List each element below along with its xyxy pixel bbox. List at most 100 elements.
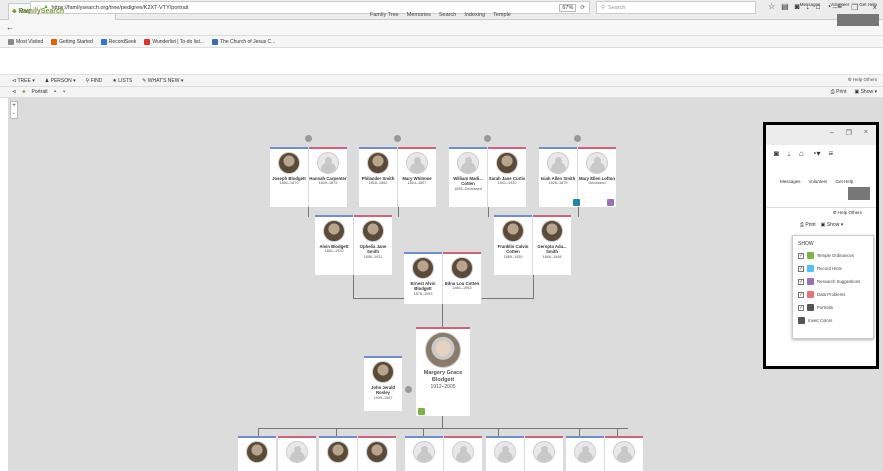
- child-card[interactable]: [605, 436, 643, 471]
- checkbox[interactable]: ✓: [798, 278, 804, 285]
- portrait-view-icon[interactable]: ♣: [22, 89, 25, 95]
- show-option[interactable]: ✓ Research Suggestions: [798, 278, 860, 285]
- toolbar-tree[interactable]: ⊲ TREE ▾: [12, 78, 35, 84]
- close-window-icon[interactable]: ×: [864, 129, 868, 145]
- person-card[interactable]: Ophelia Jane Smith 1856–1931: [354, 215, 392, 275]
- show-option[interactable]: ✓ Record Hints: [798, 265, 842, 272]
- fan-view-icon[interactable]: ◓: [54, 89, 57, 95]
- show-option[interactable]: ✓ Temple Ordinances: [798, 252, 854, 259]
- user-link[interactable]: Volunteer: [830, 2, 849, 7]
- person-card[interactable]: William Madi... Cotten 1835–Deceased: [449, 147, 487, 207]
- popup-show-button[interactable]: ▣ Show ▾: [821, 222, 844, 228]
- show-button[interactable]: ▣ Show ▾: [854, 89, 877, 95]
- child-card[interactable]: [319, 436, 357, 471]
- person-card[interactable]: Geropta Ada... Smith 1866–1948: [533, 215, 571, 275]
- bookmark-item[interactable]: Wunderlist | To-do list...: [144, 38, 204, 45]
- child-card[interactable]: [444, 436, 482, 471]
- minimize-icon[interactable]: –: [830, 129, 834, 145]
- person-card[interactable]: Franklin Calvin Cotten 1869–1939: [494, 215, 532, 275]
- checkbox[interactable]: ✓: [798, 252, 804, 259]
- nav-item[interactable]: Family Tree: [370, 12, 399, 18]
- checkbox[interactable]: ✓: [798, 304, 804, 311]
- nav-item[interactable]: Search: [439, 12, 456, 18]
- expand-icon[interactable]: [394, 135, 401, 142]
- maximize-icon[interactable]: ❐: [846, 129, 852, 145]
- menu-icon[interactable]: ≡: [829, 149, 834, 158]
- bookmark-item[interactable]: Getting Started: [51, 38, 93, 45]
- focus-person-card[interactable]: Margery Grace Blodgett 1912–2005: [416, 327, 470, 416]
- popup-user-link[interactable]: Get Help: [836, 179, 854, 184]
- checkbox[interactable]: ✓: [798, 265, 804, 272]
- reading-list-icon[interactable]: ▤: [781, 2, 789, 11]
- checkbox[interactable]: ✓: [798, 291, 804, 298]
- expand-icon[interactable]: [405, 386, 412, 393]
- popup-help-others[interactable]: ⚙ Help Others: [833, 210, 862, 216]
- popup-user-box[interactable]: [848, 187, 870, 200]
- toolbar-whats-new[interactable]: ✎ WHAT'S NEW ▾: [142, 78, 183, 84]
- nav-item[interactable]: Indexing: [464, 12, 485, 18]
- reload-icon[interactable]: ⟳: [580, 5, 585, 11]
- user-link[interactable]: Get Help: [859, 2, 877, 7]
- toolbar-lists[interactable]: ★ LISTS: [112, 78, 132, 84]
- person-card[interactable]: Hannah Carpenter 1809–1879: [309, 147, 347, 207]
- descendancy-view-icon[interactable]: ⑂: [63, 89, 66, 95]
- child-card[interactable]: [278, 436, 316, 471]
- user-name-box[interactable]: [837, 14, 879, 26]
- popup-user-link[interactable]: Messages: [780, 179, 801, 184]
- zoom-level[interactable]: 67%: [559, 3, 577, 12]
- zoom-out-icon[interactable]: -: [11, 110, 17, 118]
- person-card[interactable]: Mary Whitmoe 1824–1897: [398, 147, 436, 207]
- person-card[interactable]: John Jerald Rosley 1909–1987: [364, 356, 402, 411]
- child-card[interactable]: [525, 436, 563, 471]
- temple-ordinance-icon[interactable]: [573, 199, 580, 206]
- person-card[interactable]: Ernest Alvin Blodgett 1878–1953: [404, 252, 442, 304]
- nav-item[interactable]: Temple: [493, 12, 511, 18]
- pocket-icon[interactable]: ◙: [774, 149, 779, 158]
- bookmark-item[interactable]: Most Visited: [8, 38, 43, 45]
- print-button[interactable]: ⎙ Print: [831, 89, 847, 95]
- zoom-in-icon[interactable]: +: [11, 102, 17, 110]
- person-card[interactable]: Alvin Blodgett 1861–1920: [315, 215, 353, 275]
- bookmark-item[interactable]: RecordSeek: [100, 38, 136, 45]
- bookmark-item[interactable]: The Church of Jesus C...: [212, 38, 275, 45]
- show-option[interactable]: ✓ Data Problems: [798, 291, 845, 298]
- bookmarks-bar: Most Visited Getting Started RecordSeek Wun…: [0, 36, 883, 48]
- view-label[interactable]: Portrait: [31, 89, 47, 95]
- connector-line: [353, 275, 354, 299]
- show-option[interactable]: ✓ Portraits: [798, 304, 833, 311]
- expand-icon[interactable]: [305, 135, 312, 142]
- user-link[interactable]: Messages: [800, 2, 821, 7]
- zoom-control[interactable]: + -: [10, 101, 18, 119]
- child-card[interactable]: [358, 436, 396, 471]
- search-input[interactable]: ⚲ Search: [596, 1, 756, 14]
- person-card[interactable]: Philander Smith 1816–1862: [359, 147, 397, 207]
- landscape-view-icon[interactable]: ⊲: [12, 89, 16, 95]
- temple-ordinance-icon[interactable]: [418, 408, 425, 415]
- toolbar-find[interactable]: ⚲ FIND: [86, 78, 103, 84]
- research-suggestion-icon[interactable]: [607, 199, 614, 206]
- popup-print-button[interactable]: ⎙ Print: [800, 222, 816, 228]
- star-icon[interactable]: ☆: [768, 2, 775, 11]
- nav-item[interactable]: Memories: [407, 12, 431, 18]
- person-card[interactable]: Edna Lou Cotten 1881–1963: [443, 252, 481, 304]
- child-card[interactable]: [405, 436, 443, 471]
- popup-user-link[interactable]: Volunteer: [809, 179, 828, 184]
- home-icon[interactable]: ⌂: [799, 149, 804, 158]
- show-option[interactable]: Invert Colors: [798, 317, 832, 324]
- expand-icon[interactable]: [574, 135, 581, 142]
- expand-icon[interactable]: [484, 135, 491, 142]
- child-card[interactable]: [238, 436, 276, 471]
- download-icon[interactable]: ↓: [787, 149, 791, 158]
- back-icon[interactable]: ←: [6, 23, 14, 32]
- help-others-link[interactable]: ⚙ Help Others: [848, 77, 877, 83]
- globe-icon[interactable]: ◔▾: [812, 149, 821, 158]
- site-logo[interactable]: ♣ FamilySearch: [12, 8, 64, 15]
- person-card[interactable]: Joseph Blodgett 1851–1870: [270, 147, 308, 207]
- person-card[interactable]: Isiah Allen Smith 1826–1879: [539, 147, 577, 207]
- child-card[interactable]: [566, 436, 604, 471]
- person-card[interactable]: Sarah Jane Curtis 1841–1920: [488, 147, 526, 207]
- option-icon: [807, 252, 814, 259]
- person-card[interactable]: Mary Ellen Lofton Deceased: [578, 147, 616, 207]
- child-card[interactable]: [486, 436, 524, 471]
- toolbar-person[interactable]: ♟ PERSON ▾: [45, 78, 76, 84]
